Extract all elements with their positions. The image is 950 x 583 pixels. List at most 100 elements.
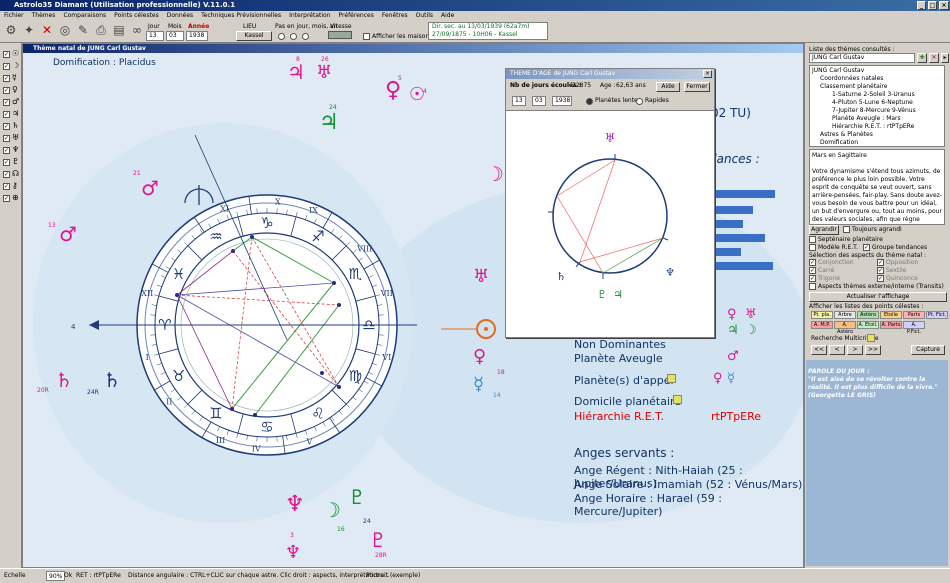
list-button[interactable]: A. Etoil. bbox=[857, 321, 879, 329]
planet-toggle-checkbox[interactable]: ✓ bbox=[3, 123, 10, 130]
list-button[interactable]: Pt. pla. bbox=[811, 311, 833, 319]
remove-theme-button[interactable]: ✕ bbox=[929, 53, 939, 63]
appel-info-icon[interactable] bbox=[667, 374, 676, 383]
aspect-checkbox[interactable]: ✓ bbox=[809, 267, 816, 274]
annee-spinner[interactable]: 1938 bbox=[186, 31, 208, 41]
echelle-input[interactable]: 90% bbox=[46, 571, 66, 581]
planet-toggle-checkbox[interactable]: ✓ bbox=[3, 87, 10, 94]
planet-toggle-checkbox[interactable]: ✓ bbox=[3, 63, 10, 70]
agrandir-button[interactable]: Agrandir bbox=[809, 225, 839, 235]
venus2-icon[interactable]: ♀ bbox=[473, 348, 486, 366]
mercury-icon[interactable]: ☿ bbox=[473, 376, 484, 394]
toujours-agrandi-checkbox[interactable] bbox=[843, 226, 850, 233]
list-button[interactable]: Etoile bbox=[880, 311, 902, 319]
venus-icon[interactable]: ♀ bbox=[385, 80, 401, 102]
vitesse-slider[interactable] bbox=[328, 31, 352, 39]
rings-icon[interactable]: ∞ bbox=[130, 23, 144, 37]
mars-icon[interactable]: ♂ bbox=[141, 178, 159, 198]
aspect-checkbox[interactable]: ✓ bbox=[809, 275, 816, 282]
planet-toggle-checkbox[interactable]: ✓ bbox=[3, 99, 10, 106]
jupiter-icon[interactable]: ♃ bbox=[287, 62, 305, 82]
menu-item-1[interactable]: Thèmes bbox=[28, 11, 60, 21]
list-button[interactable]: A. M.P. bbox=[811, 321, 833, 329]
menu-item-4[interactable]: Données bbox=[163, 11, 197, 21]
list-button[interactable]: A. Astéro bbox=[834, 321, 856, 335]
wheel-icon[interactable]: ◎ bbox=[58, 23, 72, 37]
menu-item-6[interactable]: Interprétation bbox=[285, 11, 334, 21]
tree-item[interactable]: 7-Jupiter 8-Mercure 9-Vénus bbox=[812, 107, 942, 115]
theme-tree[interactable]: JUNG Carl Gustav Coordonnées natales Class… bbox=[809, 65, 945, 147]
tree-item[interactable]: Domification bbox=[812, 139, 942, 146]
chart-icon[interactable]: ✦ bbox=[22, 23, 36, 37]
planet-toggle-checkbox[interactable]: ✓ bbox=[3, 135, 10, 142]
age-window-close[interactable]: × bbox=[703, 70, 712, 78]
saturn-icon[interactable]: ♄ bbox=[55, 370, 73, 390]
list-button[interactable]: Parts bbox=[903, 311, 925, 319]
saturn-navy-icon[interactable]: ♄ bbox=[103, 370, 121, 390]
list-button[interactable]: Arbre bbox=[834, 311, 856, 319]
pas-jour-radio[interactable] bbox=[278, 33, 285, 40]
menu-item-5[interactable]: Techniques Prévisionnelles bbox=[197, 11, 285, 21]
fermer-button[interactable]: Fermer bbox=[684, 82, 710, 92]
tree-item[interactable]: Hiérarchie R.E.T. : rtPTpERe bbox=[812, 123, 942, 131]
planet-toggle-checkbox[interactable]: ✓ bbox=[3, 51, 10, 58]
theme-menu-button[interactable]: ▸ bbox=[941, 53, 949, 63]
groupe-tendances-checkbox[interactable]: ✓ bbox=[863, 244, 870, 251]
nav-button[interactable]: >> bbox=[865, 345, 881, 355]
afficher-maisons-checkbox[interactable] bbox=[363, 33, 370, 40]
mars2-icon[interactable]: ♂ bbox=[59, 224, 77, 244]
actualiser-button[interactable]: Actualiser l'affichage bbox=[809, 292, 947, 302]
edit-icon[interactable]: ✎ bbox=[76, 23, 90, 37]
tree-item[interactable]: JUNG Carl Gustav bbox=[812, 67, 942, 75]
modele-ret-checkbox[interactable] bbox=[809, 244, 816, 251]
planet-toggle-checkbox[interactable]: ✓ bbox=[3, 159, 10, 166]
delete-icon[interactable]: ✕ bbox=[40, 23, 54, 37]
rapides-radio[interactable] bbox=[636, 98, 643, 105]
menu-item-10[interactable]: Aide bbox=[437, 11, 458, 21]
septenaire-checkbox[interactable] bbox=[809, 236, 816, 243]
minimize-button[interactable]: _ bbox=[917, 1, 926, 10]
tree-item[interactable]: Coordonnées natales bbox=[812, 75, 942, 83]
list-button[interactable]: A. P.Fict. bbox=[903, 321, 925, 335]
recherche-info-icon[interactable] bbox=[867, 334, 875, 342]
pas-mois-radio[interactable] bbox=[290, 33, 297, 40]
menu-item-7[interactable]: Préférences bbox=[335, 11, 378, 21]
jupiter-green-icon[interactable]: ♃ bbox=[319, 112, 339, 134]
book-icon[interactable]: ▤ bbox=[112, 23, 126, 37]
lieu-button[interactable]: Kassel bbox=[236, 31, 272, 41]
list-button[interactable]: A. Parts bbox=[880, 321, 902, 329]
menu-item-0[interactable]: Fichier bbox=[0, 11, 28, 21]
add-theme-button[interactable]: ✚ bbox=[917, 53, 927, 63]
tree-item[interactable]: Classement planétaire bbox=[812, 83, 942, 91]
aspect-checkbox[interactable]: ✓ bbox=[809, 259, 816, 266]
list-button[interactable]: Pt. Fict. bbox=[926, 311, 948, 319]
planet-toggle-checkbox[interactable]: ✓ bbox=[3, 195, 10, 202]
pluto-icon[interactable]: ♇ bbox=[369, 530, 387, 550]
tree-item[interactable]: 4-Pluton 5-Lune 6-Neptune bbox=[812, 99, 942, 107]
domicile-info-icon[interactable] bbox=[673, 395, 682, 404]
menu-item-3[interactable]: Points célestes bbox=[110, 11, 163, 21]
neptune-icon[interactable]: ♆ bbox=[285, 494, 305, 516]
pas-an-radio[interactable] bbox=[302, 33, 309, 40]
planet-toggle-checkbox[interactable]: ✓ bbox=[3, 111, 10, 118]
list-button[interactable]: Astéro bbox=[857, 311, 879, 319]
planetes-lentes-radio[interactable] bbox=[586, 98, 593, 105]
age-mois-spinner[interactable]: 03 bbox=[532, 96, 546, 106]
aspects-externe-checkbox[interactable] bbox=[809, 283, 816, 290]
nav-button[interactable]: < bbox=[829, 345, 845, 355]
planet-toggle-checkbox[interactable]: ✓ bbox=[3, 171, 10, 178]
capture-button[interactable]: Capture bbox=[911, 345, 945, 355]
planet-toggle-checkbox[interactable]: ✓ bbox=[3, 183, 10, 190]
open-icon[interactable]: ⚙ bbox=[4, 23, 18, 37]
uranus2-icon[interactable]: ♅ bbox=[473, 268, 489, 286]
aspect-checkbox[interactable]: ✓ bbox=[877, 259, 884, 266]
aspect-checkbox[interactable]: ✓ bbox=[877, 275, 884, 282]
ok-button[interactable]: Ok bbox=[64, 569, 72, 583]
jour-spinner[interactable]: 13 bbox=[146, 31, 164, 41]
print-icon[interactable]: ⎙ bbox=[94, 23, 108, 37]
moon-green-icon[interactable]: ☽ bbox=[323, 500, 341, 520]
menu-item-8[interactable]: Fenêtres bbox=[378, 11, 412, 21]
menu-item-2[interactable]: Comparaisons bbox=[59, 11, 110, 21]
planet-toggle-checkbox[interactable]: ✓ bbox=[3, 75, 10, 82]
moon-icon[interactable]: ☽ bbox=[486, 164, 504, 184]
